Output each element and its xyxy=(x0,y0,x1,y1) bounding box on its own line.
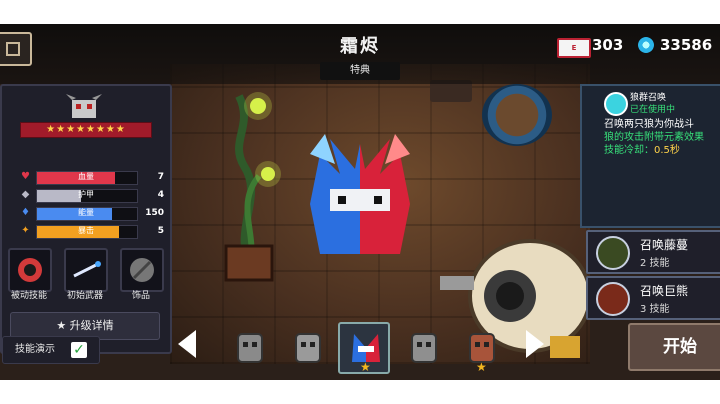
next-skin-arrow-icon[interactable] xyxy=(526,330,544,358)
prev-skin-arrow-icon[interactable] xyxy=(178,330,196,358)
vine-icon xyxy=(596,236,630,270)
cooldown-label: 技能冷却： xyxy=(604,145,654,156)
bear-icon xyxy=(596,282,630,316)
stat-row: ◆ 护甲 4 xyxy=(20,188,164,203)
active-skill-description: 召唤两只狼为你战斗 狼的攻击附带元素效果 技能冷却：0.5秒 xyxy=(604,118,720,157)
accessory-icon xyxy=(130,258,154,282)
heart-icon: ♥ xyxy=(21,171,30,182)
stat-label: 能量 xyxy=(78,208,94,217)
vine-skill-option[interactable]: 召唤藤蔓 2 技能 xyxy=(586,230,720,274)
stat-label: 护甲 xyxy=(78,190,94,199)
skill-desc-line: 召唤两只狼为你战斗 xyxy=(604,119,694,130)
character-stats-panel: ★★★★★★★★ ♥ 血量 7 ◆ 护甲 4 ♦ 能量 150 ✦ 暴击 5 被动技能 初始武器 饰品… xyxy=(0,84,172,354)
accessory-label: 饰品 xyxy=(131,291,150,301)
skin-grey-1-icon[interactable] xyxy=(230,326,270,366)
paw-icon xyxy=(604,92,628,116)
starting-weapon-label: 初始武器 xyxy=(66,291,103,301)
active-skill-card[interactable]: 狼群召唤 已在使用中 召唤两只狼为你战斗 狼的攻击附带元素效果 技能冷却：0.5… xyxy=(580,84,720,228)
crit-icon: ✦ xyxy=(21,225,30,236)
skill-desc-line: 狼的攻击附带元素效果 xyxy=(604,132,704,143)
passive-skill-slot[interactable] xyxy=(8,248,52,292)
bear-skill-level: 3 技能 xyxy=(640,304,670,315)
stat-row: ✦ 暴击 5 xyxy=(20,224,164,239)
stat-value: 150 xyxy=(145,208,164,218)
blue-coin-icon xyxy=(638,37,654,53)
stat-label: 暴击 xyxy=(78,226,94,235)
stat-label: 血量 xyxy=(78,172,94,181)
vine-skill-level: 2 技能 xyxy=(640,258,670,269)
stat-value: 7 xyxy=(157,172,164,182)
skill-demo-toggle[interactable]: 技能演示 ✓ xyxy=(2,336,100,364)
shield-icon: ◆ xyxy=(21,189,30,200)
start-button[interactable]: 开始 xyxy=(628,323,720,371)
skin-star-icon: ★ xyxy=(476,360,487,374)
starting-weapon-icon xyxy=(73,261,101,278)
active-skill-status: 已在使用中 xyxy=(630,105,676,115)
diamond-icon: ♦ xyxy=(21,207,30,218)
skill-demo-label: 技能演示 xyxy=(15,344,55,355)
stat-value: 5 xyxy=(157,226,164,236)
hero-frost-ember xyxy=(310,134,410,254)
accessory-slot[interactable] xyxy=(120,248,164,292)
stat-value: 4 xyxy=(157,190,164,200)
gem-count: 303 xyxy=(592,36,624,54)
coin-count: 33586 xyxy=(660,36,713,54)
passive-skill-label: 被动技能 xyxy=(10,291,47,301)
character-avatar xyxy=(66,94,102,118)
vine-plant-decoration xyxy=(224,92,281,282)
skin-subtitle: 特典 xyxy=(320,62,400,80)
starting-weapon-slot[interactable] xyxy=(64,248,108,292)
skill-desc-line: 技能冷却：0.5秒 xyxy=(604,144,720,157)
skin-grey-3-icon[interactable] xyxy=(404,326,444,366)
bear-skill-name: 召唤巨熊 xyxy=(640,284,689,298)
passive-skill-icon xyxy=(18,258,42,282)
cooldown-value: 0.5秒 xyxy=(654,145,680,156)
game-screen: 霜烬 特典 E 303 33586 ★★★★★★★★ ♥ 血量 7 ◆ 护甲 4 ♦ 能量 15… xyxy=(0,24,720,380)
stat-row: ♦ 能量 150 xyxy=(20,206,164,221)
star-rating: ★★★★★★★★ xyxy=(20,122,152,138)
stat-row: ♥ 血量 7 xyxy=(20,170,164,185)
skill-demo-checkbox[interactable]: ✓ xyxy=(71,342,87,358)
vine-skill-name: 召唤藤蔓 xyxy=(640,238,689,252)
bear-skill-option[interactable]: 召唤巨熊 3 技能 xyxy=(586,276,720,320)
skin-grey-2-icon[interactable] xyxy=(288,326,328,366)
skin-star-icon: ★ xyxy=(360,360,371,374)
gem-chest-icon: E xyxy=(557,38,591,58)
cauldron-decoration xyxy=(482,84,552,146)
